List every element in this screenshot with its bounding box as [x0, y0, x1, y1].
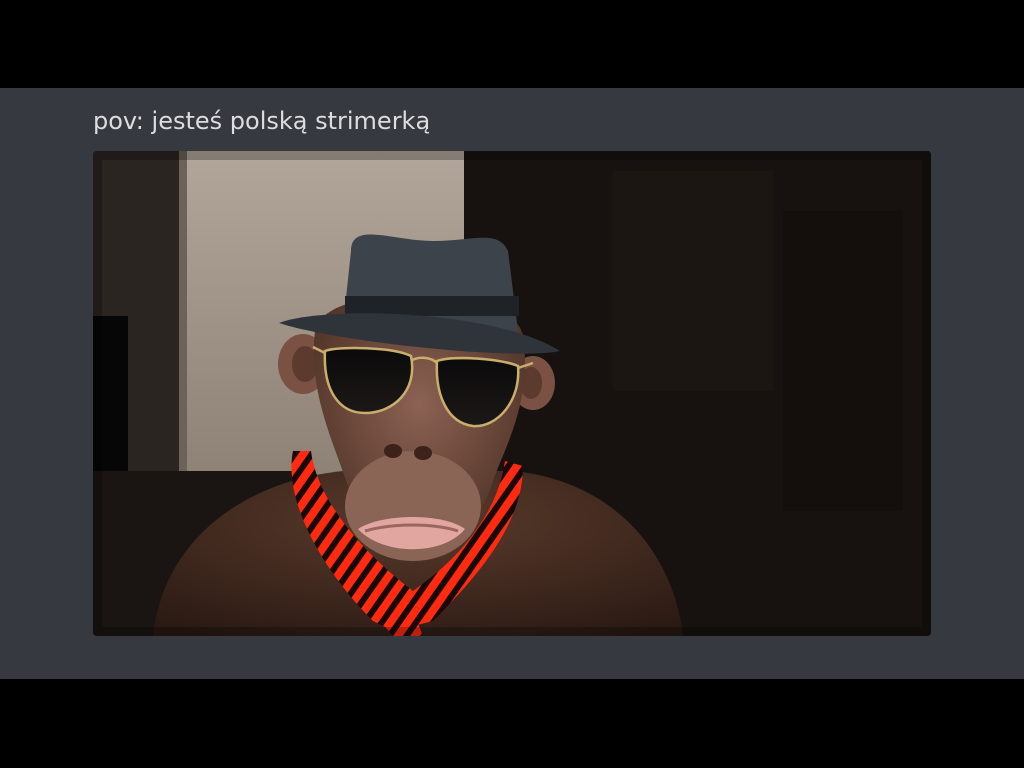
screen: pov: jesteś polską strimerką [0, 0, 1024, 768]
message-text: pov: jesteś polską strimerką [93, 107, 431, 135]
video-attachment[interactable] [93, 151, 931, 636]
video-frame [93, 151, 931, 636]
